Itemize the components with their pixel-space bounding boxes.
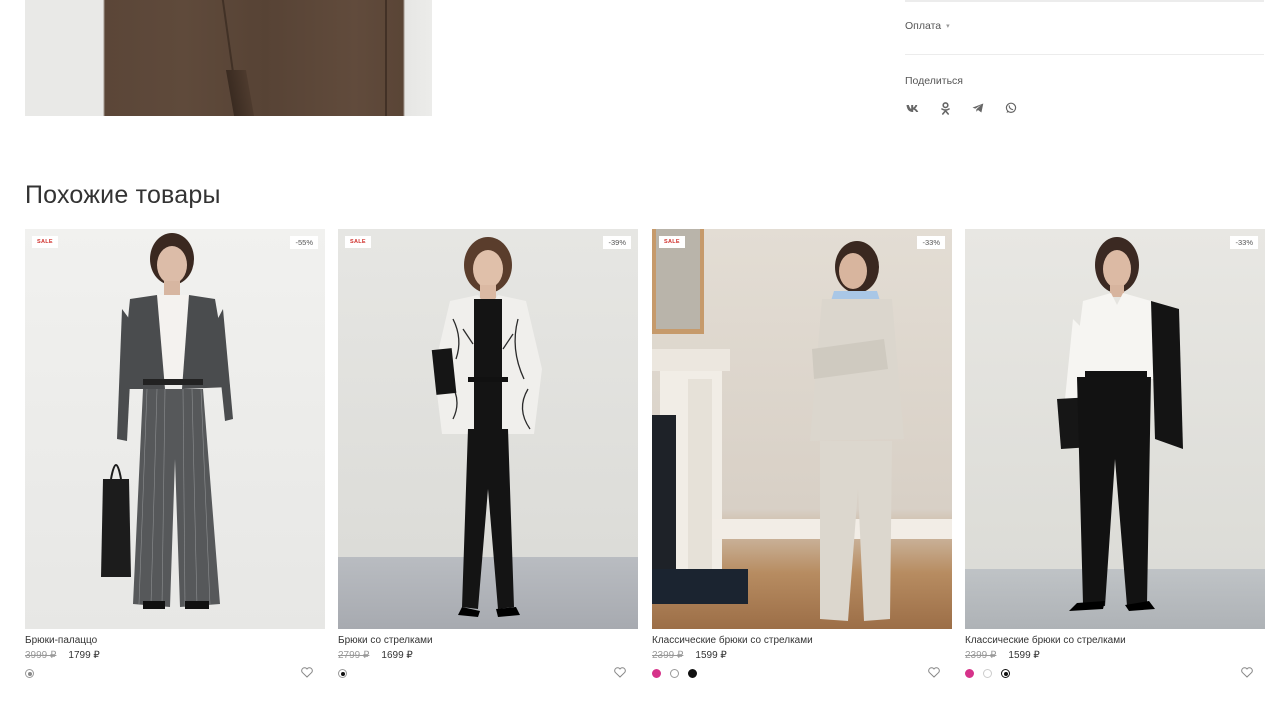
divider [905,54,1264,55]
discount-badge: -33% [917,236,945,249]
payment-label: Оплата [905,20,942,32]
odnoklassniki-icon[interactable] [938,100,952,116]
discount-badge: -55% [290,236,318,249]
sale-badge: SALE [345,236,371,248]
current-price: 1599 ₽ [695,650,727,661]
price-block: 3999 ₽ 1799 ₽ [25,650,100,661]
product-image-fragment [25,0,432,116]
product-card[interactable]: SALE -55% Брюки-палаццо 3999 ₽ 1799 ₽ [25,229,325,678]
product-name[interactable]: Брюки со стрелками [338,635,433,646]
current-price: 1599 ₽ [1008,650,1040,661]
heart-icon[interactable] [301,667,313,680]
section-title-similar-products: Похожие товары [25,181,221,209]
chevron-down-icon: ▾ [946,23,950,30]
product-name[interactable]: Классические брюки со стрелками [652,635,813,646]
model-illustration [652,229,952,621]
price-block: 2399 ₽ 1599 ₽ [652,650,727,661]
color-swatches [965,669,1010,678]
color-swatch[interactable] [338,669,347,678]
heart-icon[interactable] [1241,667,1253,680]
product-image[interactable]: SALE -33% [652,229,952,629]
color-swatch[interactable] [1001,669,1010,678]
old-price: 3999 ₽ [25,650,57,661]
sale-badge: SALE [659,236,685,248]
share-buttons [905,100,1018,116]
divider [905,0,1264,2]
heart-icon[interactable] [928,667,940,680]
product-card[interactable]: -33% Классические брюки со стрелками 239… [965,229,1265,678]
whatsapp-icon[interactable] [1004,100,1018,116]
product-image[interactable]: SALE -39% [338,229,638,629]
product-image[interactable]: -33% [965,229,1265,629]
color-swatches [338,669,347,678]
product-card[interactable]: SALE -39% Брюки со стрелками 2799 ₽ 1699… [338,229,638,678]
color-swatch[interactable] [983,669,992,678]
model-illustration [431,237,542,617]
vk-icon[interactable] [905,100,919,116]
telegram-icon[interactable] [971,100,985,116]
heart-icon[interactable] [614,667,626,680]
payment-accordion[interactable]: Оплата ▾ [905,20,950,32]
product-name[interactable]: Брюки-палаццо [25,635,97,646]
trouser-crease [385,0,387,116]
color-swatch[interactable] [688,669,697,678]
share-label: Поделиться [905,75,963,87]
old-price: 2399 ₽ [965,650,997,661]
trouser-leg-gap [225,70,255,116]
model-illustration [1057,237,1183,611]
color-swatch[interactable] [652,669,661,678]
product-image[interactable]: SALE -55% [25,229,325,629]
old-price: 2799 ₽ [338,650,370,661]
product-card[interactable]: SALE -33% Классические брюки со стрелкам… [652,229,952,678]
price-block: 2399 ₽ 1599 ₽ [965,650,1040,661]
discount-badge: -33% [1230,236,1258,249]
current-price: 1699 ₽ [381,650,413,661]
color-swatch[interactable] [670,669,679,678]
color-swatches [652,669,697,678]
discount-badge: -39% [603,236,631,249]
old-price: 2399 ₽ [652,650,684,661]
color-swatch[interactable] [965,669,974,678]
sale-badge: SALE [32,236,58,248]
color-swatches [25,669,34,678]
current-price: 1799 ₽ [68,650,100,661]
product-name[interactable]: Классические брюки со стрелками [965,635,1126,646]
model-illustration [101,233,233,609]
color-swatch[interactable] [25,669,34,678]
price-block: 2799 ₽ 1699 ₽ [338,650,413,661]
